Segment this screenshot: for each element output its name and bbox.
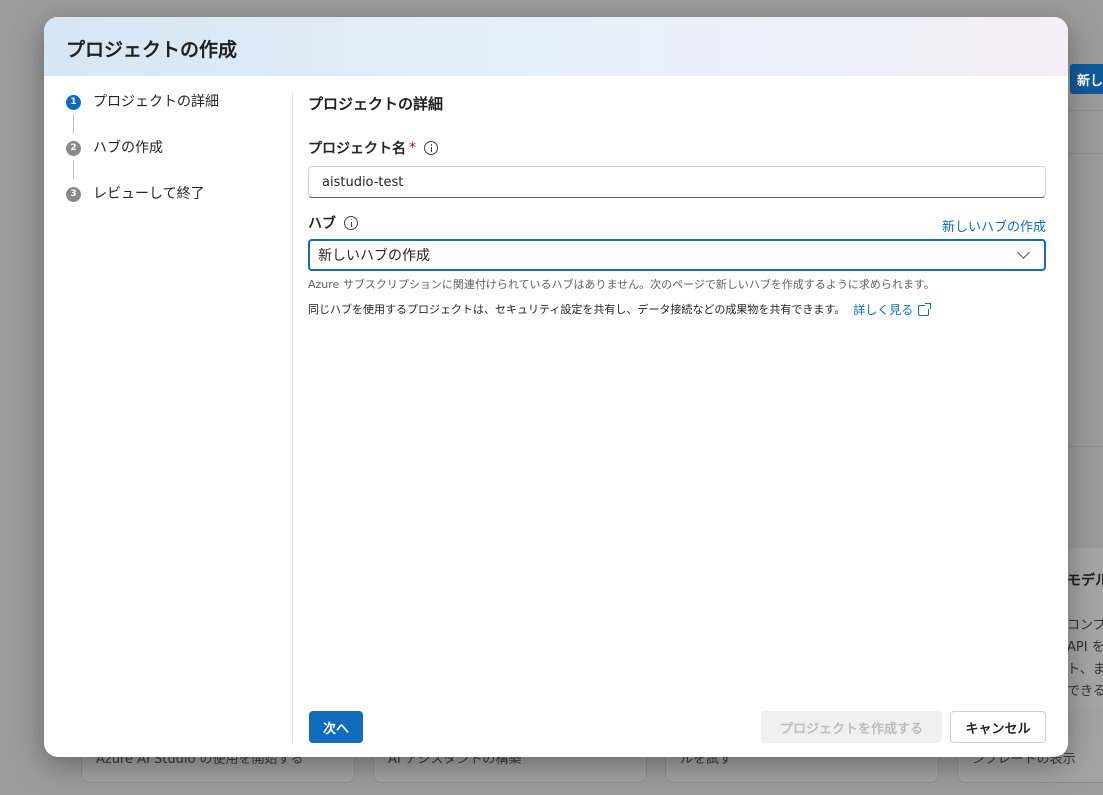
step-label: ハブの作成 bbox=[93, 140, 163, 156]
info-icon[interactable] bbox=[344, 215, 358, 230]
step-number: 1 bbox=[66, 95, 81, 110]
background-right-line: できる bbox=[1067, 684, 1103, 699]
create-project-button[interactable]: プロジェクトを作成する bbox=[761, 711, 942, 743]
step-label: レビューして終了 bbox=[93, 186, 205, 202]
step-number: 2 bbox=[66, 141, 81, 156]
step-create-hub[interactable]: 2 ハブの作成 bbox=[66, 138, 291, 184]
dialog-content: プロジェクトの詳細 プロジェクト名 * aistudio-test ハブ 新しい… bbox=[308, 93, 1046, 318]
hub-select[interactable]: 新しいハブの作成 bbox=[308, 239, 1046, 271]
step-connector bbox=[73, 114, 74, 133]
step-number: 3 bbox=[66, 187, 81, 202]
background-right-title: モデル bbox=[1067, 573, 1103, 589]
new-hub-link[interactable]: 新しいハブの作成 bbox=[942, 216, 1046, 235]
dialog-header: プロジェクトの作成 bbox=[44, 17, 1068, 76]
hub-description-text: 同じハブを使用するプロジェクトは、セキュリティ設定を共有し、データ接続などの成果… bbox=[308, 303, 846, 316]
learn-more-label: 詳しく見る bbox=[853, 303, 914, 317]
cancel-button[interactable]: キャンセル bbox=[950, 711, 1046, 743]
background-right-line: API を bbox=[1067, 640, 1103, 655]
section-title: プロジェクトの詳細 bbox=[308, 95, 444, 113]
background-right-line: コンプ bbox=[1067, 618, 1103, 633]
background-divider bbox=[1068, 110, 1103, 111]
background-divider bbox=[1068, 153, 1103, 154]
required-mark: * bbox=[409, 140, 416, 156]
next-button[interactable]: 次へ bbox=[309, 711, 363, 743]
learn-more-link[interactable]: 詳しく見る bbox=[853, 302, 932, 318]
project-name-label-text: プロジェクト名 bbox=[308, 141, 406, 157]
hub-hint: Azure サブスクリプションに関連付けられているハブはありません。次のページで… bbox=[308, 278, 935, 291]
step-review-finish[interactable]: 3 レビューして終了 bbox=[66, 184, 291, 230]
dialog-title: プロジェクトの作成 bbox=[66, 39, 238, 61]
project-name-label: プロジェクト名 * bbox=[308, 138, 1046, 158]
wizard-steps: 1 プロジェクトの詳細 2 ハブの作成 3 レビューして終了 bbox=[66, 92, 291, 230]
project-name-input[interactable]: aistudio-test bbox=[308, 166, 1046, 198]
step-connector bbox=[73, 160, 74, 179]
hub-select-value: 新しいハブの作成 bbox=[318, 248, 430, 264]
info-icon[interactable] bbox=[424, 141, 438, 155]
background-new-button: 新し bbox=[1070, 64, 1103, 94]
vertical-divider bbox=[292, 93, 293, 743]
external-link-icon bbox=[918, 302, 932, 316]
hub-label-row: ハブ 新しいハブの作成 bbox=[308, 210, 1046, 235]
hub-label: ハブ bbox=[308, 213, 358, 233]
hub-label-text: ハブ bbox=[308, 215, 336, 232]
create-project-dialog: プロジェクトの作成 1 プロジェクトの詳細 2 ハブの作成 3 レビューして終了… bbox=[44, 17, 1068, 757]
background-divider bbox=[1068, 446, 1103, 447]
hub-description: 同じハブを使用するプロジェクトは、セキュリティ設定を共有し、データ接続などの成果… bbox=[308, 302, 1046, 318]
chevron-down-icon bbox=[1017, 246, 1030, 259]
background-right-line: ト、ま bbox=[1067, 662, 1103, 677]
step-project-details[interactable]: 1 プロジェクトの詳細 bbox=[66, 92, 291, 138]
step-label: プロジェクトの詳細 bbox=[93, 94, 219, 110]
